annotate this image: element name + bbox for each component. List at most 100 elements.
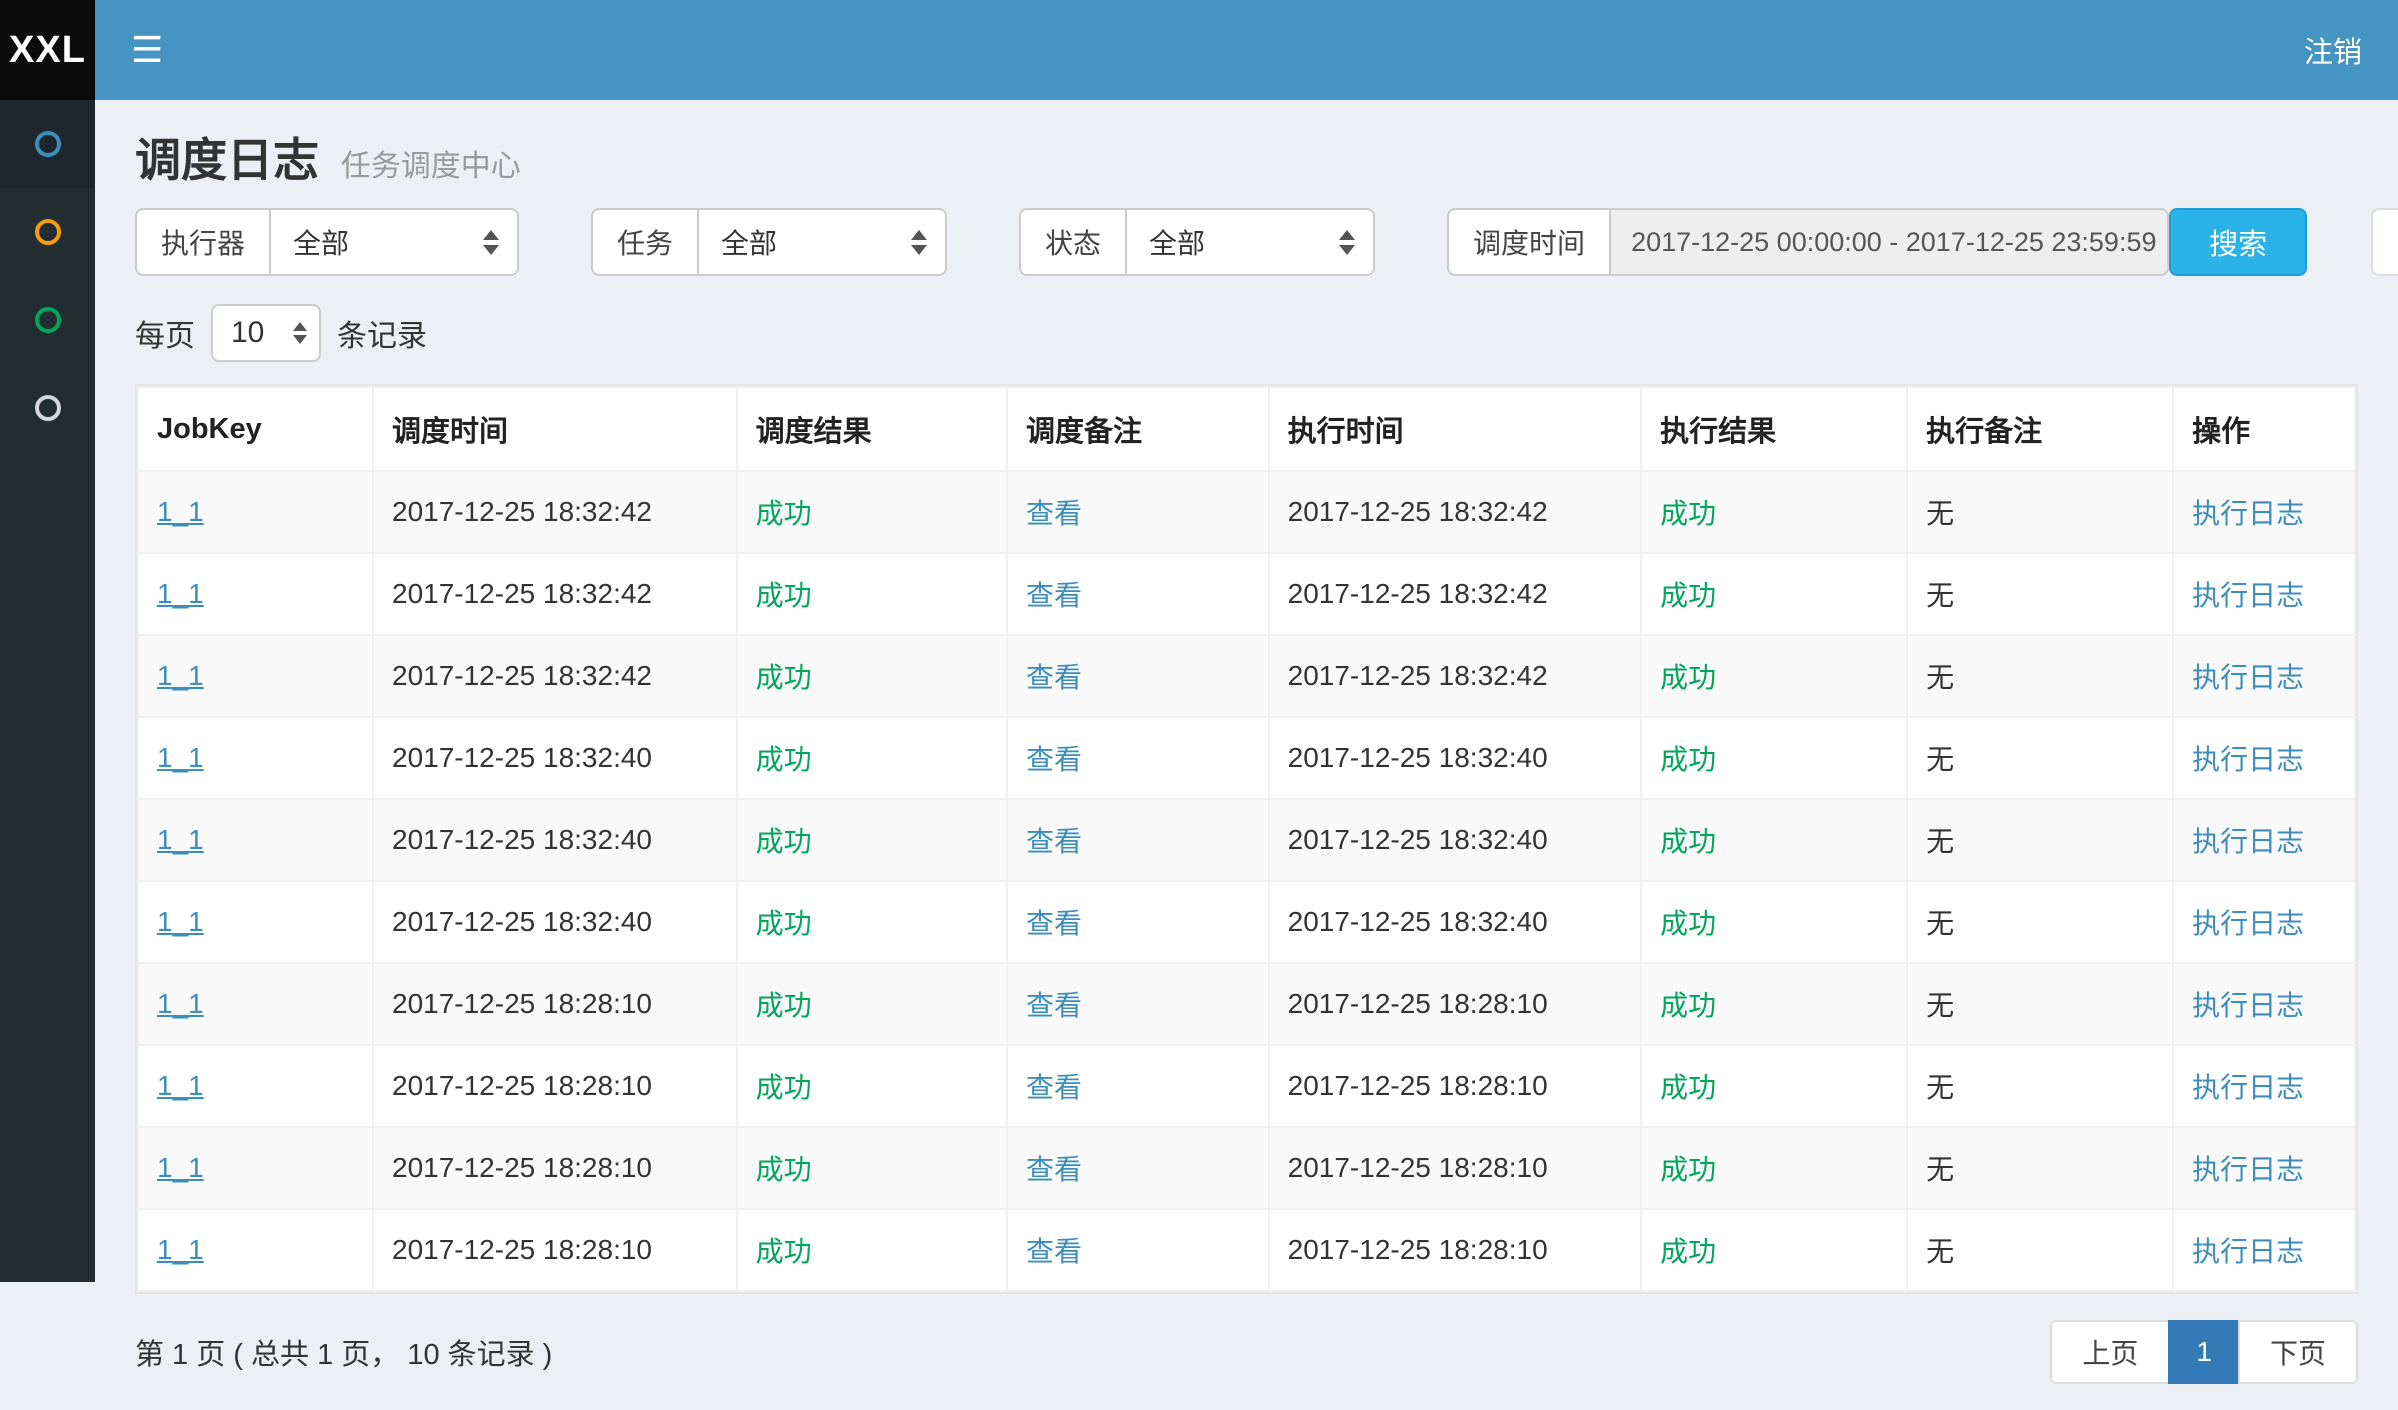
- table-row: 1_1 2017-12-25 18:32:40 成功 查看 2017-12-25…: [138, 881, 2355, 963]
- jobkey-cell: 1_1: [138, 717, 373, 799]
- circle-outline-icon: [35, 131, 61, 157]
- sidebar-item-2[interactable]: [0, 188, 95, 276]
- view-link[interactable]: 查看: [1026, 908, 1082, 939]
- trigger-time-cell: 2017-12-25 18:32:40: [373, 881, 737, 963]
- executor-filter-label: 执行器: [135, 208, 269, 276]
- handle-msg-cell: 无: [1907, 963, 2173, 1045]
- jobkey-link[interactable]: 1_1: [157, 1152, 204, 1183]
- jobkey-link[interactable]: 1_1: [157, 578, 204, 609]
- table-row: 1_1 2017-12-25 18:32:42 成功 查看 2017-12-25…: [138, 553, 2355, 635]
- page-1-button[interactable]: 1: [2168, 1320, 2240, 1384]
- action-cell: 执行日志: [2173, 881, 2355, 963]
- main-content: 调度日志 任务调度中心 执行器 全部 任务 全部 状态 全部 调度: [95, 100, 2398, 1282]
- table-row: 1_1 2017-12-25 18:32:40 成功 查看 2017-12-25…: [138, 799, 2355, 881]
- jobkey-link[interactable]: 1_1: [157, 1070, 204, 1101]
- exec-log-link[interactable]: 执行日志: [2192, 1236, 2304, 1267]
- view-link[interactable]: 查看: [1026, 662, 1082, 693]
- sidebar-item-1[interactable]: [0, 100, 95, 188]
- exec-log-link[interactable]: 执行日志: [2192, 744, 2304, 775]
- search-button[interactable]: 搜索: [2169, 208, 2307, 276]
- view-link[interactable]: 查看: [1026, 498, 1082, 529]
- trigger-result-cell: 成功: [737, 1209, 1007, 1291]
- next-page-button[interactable]: 下页: [2238, 1320, 2358, 1384]
- handle-msg-cell: 无: [1907, 717, 2173, 799]
- jobkey-link[interactable]: 1_1: [157, 496, 204, 527]
- handle-result-cell: 成功: [1641, 881, 1907, 963]
- jobkey-link[interactable]: 1_1: [157, 824, 204, 855]
- jobkey-link[interactable]: 1_1: [157, 742, 204, 773]
- select-stepper-icon: [293, 322, 307, 344]
- action-cell: 执行日志: [2173, 553, 2355, 635]
- exec-log-link[interactable]: 执行日志: [2192, 1154, 2304, 1185]
- page-title: 调度日志: [135, 134, 319, 186]
- trigger-time-cell: 2017-12-25 18:28:10: [373, 1127, 737, 1209]
- handle-result-cell: 成功: [1641, 553, 1907, 635]
- action-cell: 执行日志: [2173, 799, 2355, 881]
- trigger-msg-cell: 查看: [1007, 799, 1269, 881]
- status-select[interactable]: 全部: [1125, 208, 1375, 276]
- handle-result-cell: 成功: [1641, 1045, 1907, 1127]
- log-table: JobKey 调度时间 调度结果 调度备注 执行时间 执行结果 执行备注 操作 …: [137, 386, 2356, 1292]
- sidebar: [0, 100, 95, 1282]
- action-cell: 执行日志: [2173, 717, 2355, 799]
- view-link[interactable]: 查看: [1026, 580, 1082, 611]
- handle-time-cell: 2017-12-25 18:32:42: [1269, 553, 1641, 635]
- view-link[interactable]: 查看: [1026, 1236, 1082, 1267]
- table-footer: 第 1 页 ( 总共 1 页， 10 条记录 ) 上页 1 下页: [95, 1294, 2398, 1410]
- circle-outline-icon: [35, 219, 61, 245]
- sidebar-item-4[interactable]: [0, 364, 95, 452]
- view-link[interactable]: 查看: [1026, 744, 1082, 775]
- handle-msg-cell: 无: [1907, 635, 2173, 717]
- jobkey-cell: 1_1: [138, 963, 373, 1045]
- exec-log-link[interactable]: 执行日志: [2192, 1072, 2304, 1103]
- navbar-body: ☰ 注销: [95, 0, 2398, 100]
- jobkey-cell: 1_1: [138, 553, 373, 635]
- jobkey-link[interactable]: 1_1: [157, 906, 204, 937]
- exec-log-link[interactable]: 执行日志: [2192, 990, 2304, 1021]
- jobkey-link[interactable]: 1_1: [157, 988, 204, 1019]
- app-logo: XXL: [0, 0, 95, 100]
- jobkey-cell: 1_1: [138, 881, 373, 963]
- jobkey-cell: 1_1: [138, 1127, 373, 1209]
- view-link[interactable]: 查看: [1026, 990, 1082, 1021]
- jobkey-link[interactable]: 1_1: [157, 660, 204, 691]
- trigger-result-cell: 成功: [737, 963, 1007, 1045]
- handle-msg-cell: 无: [1907, 1127, 2173, 1209]
- handle-result-cell: 成功: [1641, 1127, 1907, 1209]
- view-link[interactable]: 查看: [1026, 1072, 1082, 1103]
- view-link[interactable]: 查看: [1026, 1154, 1082, 1185]
- logout-link[interactable]: 注销: [2304, 29, 2362, 71]
- exec-log-link[interactable]: 执行日志: [2192, 908, 2304, 939]
- prev-page-button[interactable]: 上页: [2050, 1320, 2170, 1384]
- view-link[interactable]: 查看: [1026, 826, 1082, 857]
- action-cell: 执行日志: [2173, 1045, 2355, 1127]
- handle-time-cell: 2017-12-25 18:28:10: [1269, 963, 1641, 1045]
- exec-log-link[interactable]: 执行日志: [2192, 662, 2304, 693]
- jobkey-cell: 1_1: [138, 799, 373, 881]
- per-page-select[interactable]: 10: [211, 304, 321, 362]
- handle-result-cell: 成功: [1641, 471, 1907, 553]
- trigger-time-cell: 2017-12-25 18:28:10: [373, 963, 737, 1045]
- handle-msg-cell: 无: [1907, 881, 2173, 963]
- table-row: 1_1 2017-12-25 18:28:10 成功 查看 2017-12-25…: [138, 1045, 2355, 1127]
- trigger-msg-cell: 查看: [1007, 1127, 1269, 1209]
- header-action: 操作: [2173, 387, 2355, 471]
- status-filter-label: 状态: [1019, 208, 1125, 276]
- header-trigger-result: 调度结果: [737, 387, 1007, 471]
- trigger-time-filter-label: 调度时间: [1447, 208, 1609, 276]
- exec-log-link[interactable]: 执行日志: [2192, 498, 2304, 529]
- jobkey-link[interactable]: 1_1: [157, 1234, 204, 1265]
- sidebar-item-3[interactable]: [0, 276, 95, 364]
- hamburger-icon[interactable]: ☰: [131, 32, 163, 68]
- trigger-msg-cell: 查看: [1007, 471, 1269, 553]
- content-header: 调度日志 任务调度中心: [95, 100, 2398, 204]
- trigger-result-cell: 成功: [737, 717, 1007, 799]
- exec-log-link[interactable]: 执行日志: [2192, 580, 2304, 611]
- trigger-result-cell: 成功: [737, 1127, 1007, 1209]
- trigger-time-range-input[interactable]: 2017-12-25 00:00:00 - 2017-12-25 23:59:5…: [1609, 208, 2169, 276]
- clear-button[interactable]: 清理: [2371, 208, 2398, 276]
- job-select[interactable]: 全部: [697, 208, 947, 276]
- exec-log-link[interactable]: 执行日志: [2192, 826, 2304, 857]
- action-cell: 执行日志: [2173, 471, 2355, 553]
- executor-select[interactable]: 全部: [269, 208, 519, 276]
